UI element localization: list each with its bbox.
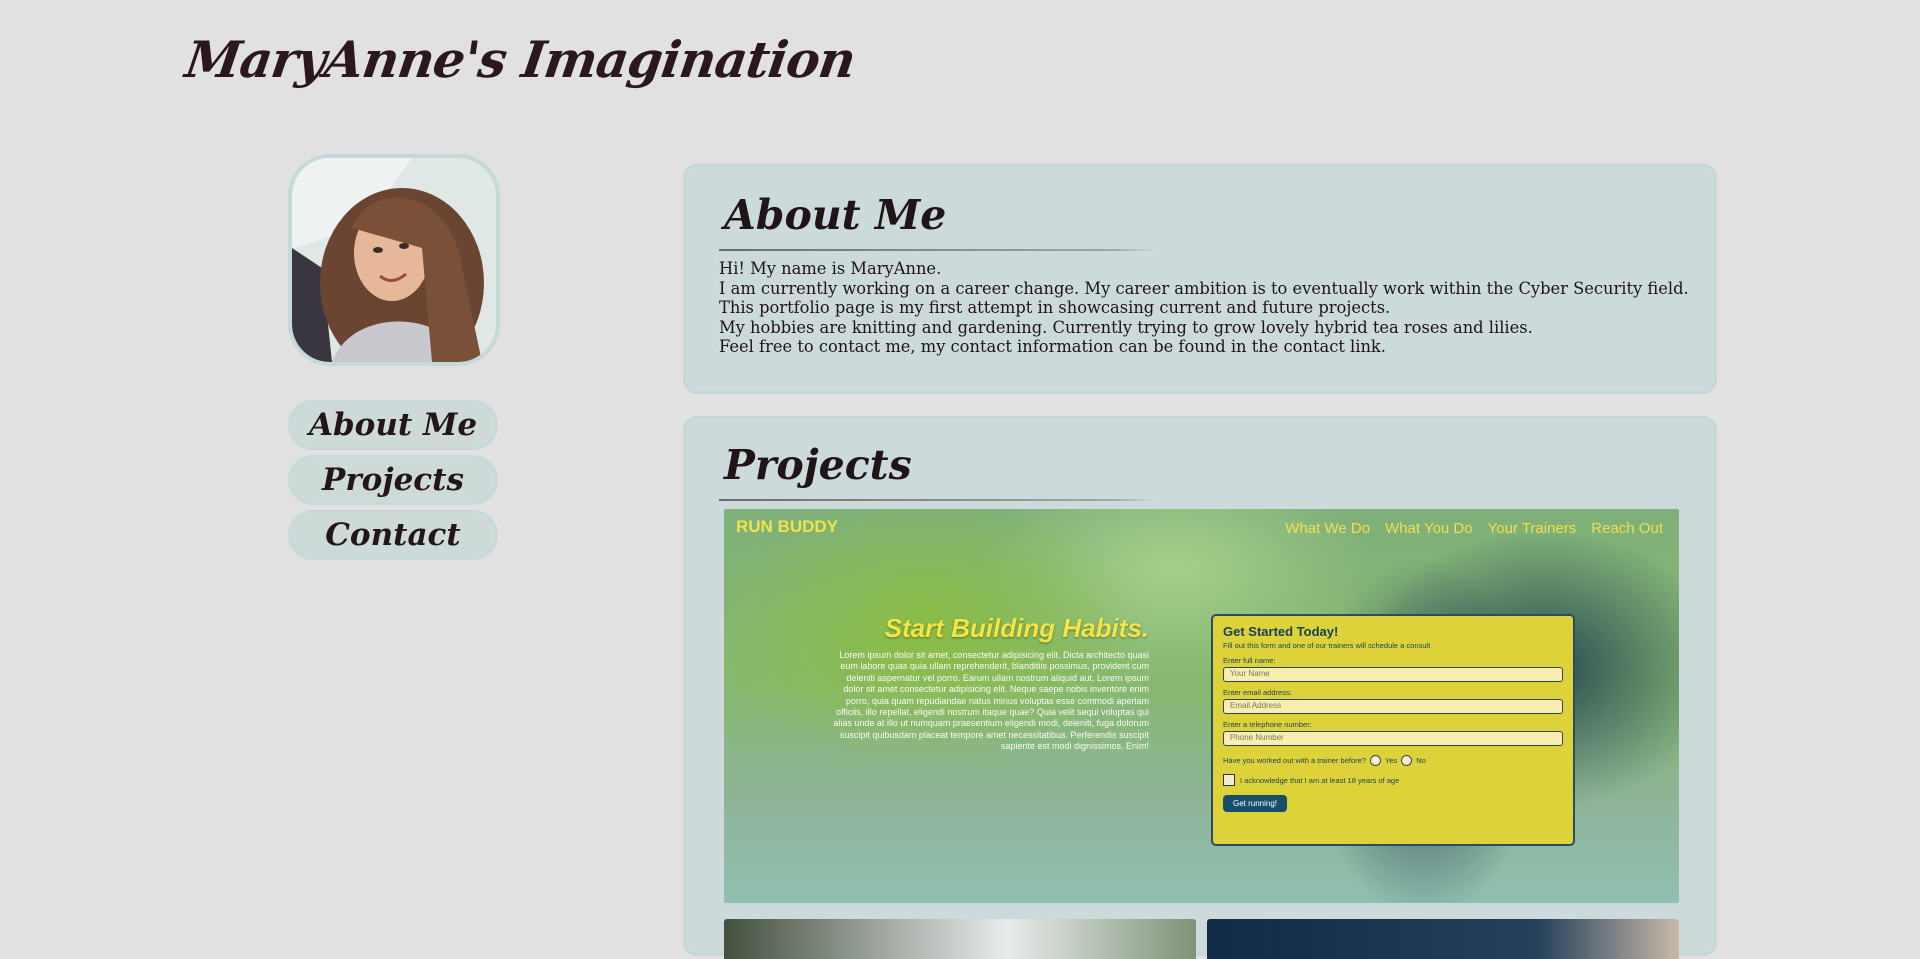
run-buddy-trainer-question: Have you worked out with a trainer befor… [1223, 756, 1366, 765]
run-buddy-age-label: I acknowledge that I am at least 18 year… [1240, 775, 1400, 785]
run-buddy-nav: What We Do What You Do Your Trainers Rea… [1285, 520, 1663, 537]
about-heading: About Me [724, 191, 947, 239]
run-buddy-email-label: Enter email address: [1223, 688, 1292, 697]
profile-photo [288, 154, 500, 366]
run-buddy-submit-button: Get running! [1223, 795, 1288, 812]
run-buddy-phone-field: Phone Number [1223, 731, 1563, 746]
run-buddy-nav-item: What We Do [1285, 520, 1371, 537]
run-buddy-hero-text: Lorem ipsum dolor sit amet, consectetur … [833, 650, 1149, 752]
project-thumbnail-2[interactable] [724, 919, 1196, 959]
project-thumbnail-3[interactable] [1207, 919, 1679, 959]
run-buddy-no-label: No [1416, 756, 1426, 765]
run-buddy-phone-label: Enter a telephone number: [1223, 720, 1312, 729]
about-heading-rule [719, 249, 1156, 251]
run-buddy-nav-item: Reach Out [1591, 520, 1663, 537]
run-buddy-hero: Start Building Habits. Lorem ipsum dolor… [829, 613, 1149, 753]
run-buddy-yes-label: Yes [1385, 756, 1398, 765]
run-buddy-form-subtitle: Fill out this form and one of our traine… [1223, 641, 1431, 650]
about-line: Feel free to contact me, my contact info… [719, 337, 1386, 356]
about-line: I am currently working on a career chang… [719, 278, 1689, 298]
sidebar-nav: About Me Projects Contact [288, 400, 498, 565]
about-line: This portfolio page is my first attempt … [719, 298, 1391, 317]
run-buddy-nav-item: What You Do [1385, 520, 1473, 537]
nav-projects[interactable]: Projects [288, 455, 498, 505]
run-buddy-name-field: Your Name [1223, 667, 1563, 682]
run-buddy-name-label: Enter full name: [1223, 656, 1276, 665]
run-buddy-email-field: Email Address [1223, 699, 1563, 714]
projects-panel: Projects RUN BUDDY What We Do What You D… [683, 416, 1717, 959]
projects-heading: Projects [724, 441, 912, 489]
project-run-buddy-preview[interactable]: RUN BUDDY What We Do What You Do Your Tr… [724, 509, 1679, 903]
radio-icon [1401, 755, 1413, 766]
run-buddy-trainer-question-row: Have you worked out with a trainer befor… [1223, 755, 1563, 766]
radio-icon [1370, 755, 1381, 766]
site-title: MaryAnne's Imagination [181, 30, 859, 89]
run-buddy-age-row: I acknowledge that I am at least 18 year… [1223, 774, 1563, 786]
run-buddy-nav-item: Your Trainers [1487, 520, 1577, 537]
nav-about-me[interactable]: About Me [288, 400, 498, 450]
run-buddy-form-title: Get Started Today! [1223, 624, 1339, 639]
about-panel: About Me Hi! My name is MaryAnne. I am c… [683, 164, 1717, 394]
run-buddy-hero-title: Start Building Habits. [884, 613, 1149, 643]
about-line: My hobbies are knitting and gardening. C… [719, 317, 1533, 337]
about-line: Hi! My name is MaryAnne. [719, 259, 942, 278]
run-buddy-signup-form: Get Started Today! Fill out this form an… [1211, 614, 1575, 846]
about-text: Hi! My name is MaryAnne. I am currently … [719, 259, 1689, 357]
checkbox-icon [1223, 774, 1235, 786]
nav-contact[interactable]: Contact [288, 510, 498, 560]
run-buddy-brand: RUN BUDDY [736, 517, 838, 536]
projects-heading-rule [719, 499, 1156, 501]
